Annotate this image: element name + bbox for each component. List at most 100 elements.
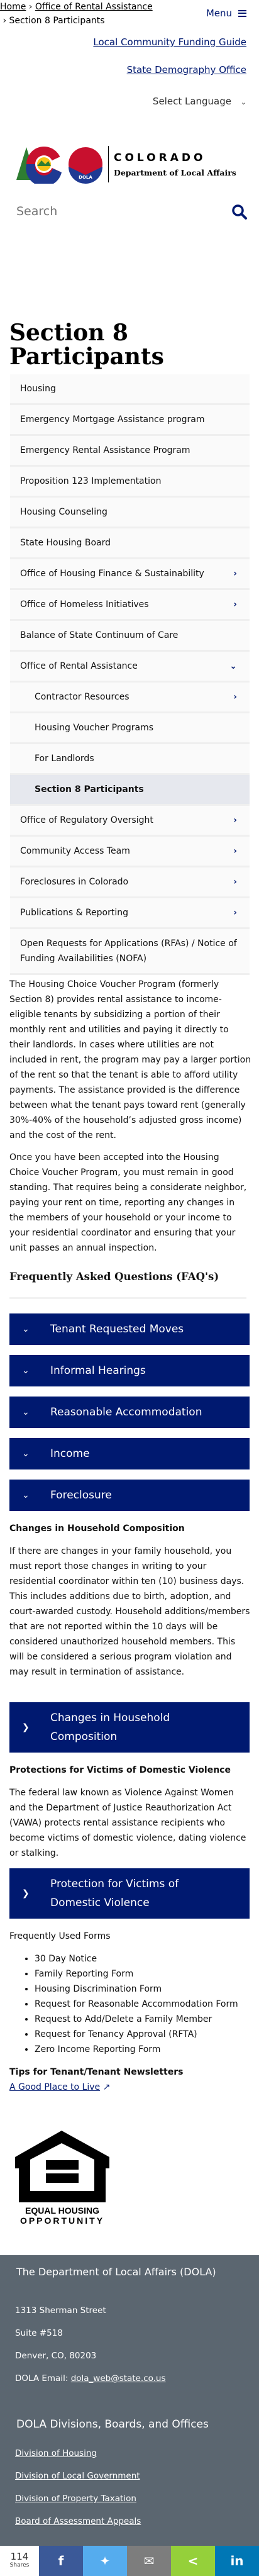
faq-accordion[interactable]: ⌄ Tenant Requested Moves <box>9 1313 250 1345</box>
chevron-down-icon: ⌄ <box>22 1324 30 1334</box>
footer-title: The Department of Local Affairs (DOLA) <box>16 2266 216 2278</box>
sidebar-item[interactable]: Section 8 Participants <box>10 775 250 806</box>
accordion-label: Tenant Requested Moves <box>50 1323 184 1335</box>
standing-paragraph: Once you have been accepted into the Hou… <box>9 1152 247 1253</box>
local-community-funding-guide-link[interactable]: Local Community Funding Guide <box>93 36 246 48</box>
email-link[interactable]: dola_web@state.co.us <box>71 2373 166 2384</box>
address-line: 1313 Sherman Street <box>15 2306 106 2316</box>
sidebar-item-label: Housing Counseling <box>20 507 107 517</box>
sidebar-item-label: Housing <box>20 384 56 394</box>
menu-button[interactable]: Menu <box>206 8 246 19</box>
email-share-button[interactable]: ✉ <box>127 2546 171 2576</box>
sidebar-item[interactable]: Housing <box>10 374 250 405</box>
chevron-right-icon[interactable]: › <box>233 599 237 610</box>
sidebar-item[interactable]: Proposition 123 Implementation <box>10 467 250 498</box>
intro-paragraph: The Housing Choice Voucher Program (form… <box>9 979 251 1140</box>
sidebar-item-label: Office of Homeless Initiatives <box>20 599 149 610</box>
household-paragraph: If there are changes in your family hous… <box>9 1546 250 1677</box>
accordion-household-composition[interactable]: ❯ Changes in Household Composition <box>9 1702 250 1753</box>
faq-accordion[interactable]: ⌄ Reasonable Accommodation <box>9 1397 250 1428</box>
twitter-share-button[interactable]: ✦ <box>83 2546 127 2576</box>
site-logo[interactable]: DOLA COLORADO Department of Local Affairs <box>15 145 236 184</box>
chevron-right-icon[interactable]: › <box>233 569 237 579</box>
breadcrumb-home[interactable]: Home <box>0 2 26 12</box>
good-place-to-live-link[interactable]: A Good Place to Live <box>9 2082 100 2092</box>
equal-housing-opportunity-logo: EQUAL HOUSING OPPORTUNITY <box>15 2131 109 2226</box>
sidebar-item-label: Office of Rental Assistance <box>20 661 138 671</box>
division-link[interactable]: Board of Assessment Appeals <box>15 2516 141 2526</box>
chevron-right-icon[interactable]: › <box>233 877 237 887</box>
chevron-down-icon: ❯ <box>22 1722 30 1732</box>
sidebar-item-label: Balance of State Continuum of Care <box>20 630 179 640</box>
footer: The Department of Local Affairs (DOLA) 1… <box>0 2255 259 2576</box>
chevron-right-icon[interactable]: › <box>233 815 237 825</box>
sidebar-item[interactable]: Housing Counseling <box>10 498 250 528</box>
share-label: Shares <box>9 2562 30 2568</box>
sidebar-item-label: Proposition 123 Implementation <box>20 476 162 486</box>
vawa-paragraph: The federal law known as Violence Agains… <box>9 1788 246 1858</box>
accordion-label: Protection for Victims of Domestic Viole… <box>50 1878 179 1909</box>
sidebar-item[interactable]: Office of Rental Assistance ⌄ <box>10 652 250 683</box>
form-list-item: Family Reporting Form <box>35 1966 251 1982</box>
faq-accordion[interactable]: ⌄ Informal Hearings <box>9 1355 250 1386</box>
form-list-item: Zero Income Reporting Form <box>35 2042 251 2057</box>
share-button[interactable]: < <box>171 2546 215 2576</box>
division-link[interactable]: Division of Housing <box>15 2448 97 2458</box>
chevron-down-icon[interactable]: ⌄ <box>229 661 237 671</box>
sidebar-item[interactable]: Emergency Mortgage Assistance program <box>10 405 250 436</box>
linkedin-share-button[interactable]: in <box>215 2546 259 2576</box>
sidebar-item[interactable]: Housing Voucher Programs <box>10 713 250 744</box>
faq-accordion[interactable]: ⌄ Foreclosure <box>9 1480 250 1511</box>
sidebar-item-label: Community Access Team <box>20 846 130 856</box>
sidebar-item[interactable]: Contractor Resources › <box>10 683 250 713</box>
form-list-item: Request to Add/Delete a Family Member <box>35 2012 251 2027</box>
breadcrumb-parent[interactable]: Office of Rental Assistance <box>35 2 153 12</box>
forms-heading: Frequently Used Forms <box>9 1931 111 1941</box>
sidebar-item[interactable]: Foreclosures in Colorado › <box>10 867 250 898</box>
sidebar-item[interactable]: For Landlords <box>10 744 250 775</box>
facebook-share-button[interactable]: f <box>39 2546 83 2576</box>
sidebar-nav: Housing Emergency Mortgage Assistance pro… <box>10 374 250 975</box>
sidebar-item-label: For Landlords <box>35 754 94 764</box>
division-link[interactable]: Division of Property Taxation <box>15 2494 136 2504</box>
accordion-label: Income <box>50 1447 90 1460</box>
chevron-down-icon: ⌄ <box>240 98 246 106</box>
brand-title: COLORADO <box>114 151 206 164</box>
share-icon: < <box>187 2553 199 2568</box>
chevron-right-icon[interactable]: › <box>233 692 237 702</box>
sidebar-item-label: Open Requests for Applications (RFAs) / … <box>20 939 237 964</box>
sidebar-item[interactable]: Open Requests for Applications (RFAs) / … <box>10 929 250 975</box>
svg-text:EQUAL HOUSING: EQUAL HOUSING <box>25 2205 99 2216</box>
state-demography-office-link[interactable]: State Demography Office <box>127 64 246 75</box>
division-link[interactable]: Division of Local Government <box>15 2471 140 2481</box>
search-icon[interactable] <box>231 204 248 220</box>
faq-accordion[interactable]: ⌄ Income <box>9 1438 250 1469</box>
divisions-heading: DOLA Divisions, Boards, and Offices <box>16 2418 209 2431</box>
sidebar-item[interactable]: Balance of State Continuum of Care <box>10 621 250 652</box>
sidebar-item[interactable]: Publications & Reporting › <box>10 898 250 929</box>
sidebar-item-label: Housing Voucher Programs <box>35 723 154 733</box>
menu-label: Menu <box>206 8 232 19</box>
accordion-domestic-violence[interactable]: ❯ Protection for Victims of Domestic Viol… <box>9 1868 250 1919</box>
breadcrumb-current: Section 8 Participants <box>9 16 105 26</box>
sidebar-item-label: Contractor Resources <box>35 692 130 702</box>
sidebar-item[interactable]: Community Access Team › <box>10 837 250 867</box>
chevron-right-icon[interactable]: › <box>233 908 237 918</box>
sidebar-item-label: Office of Regulatory Oversight <box>20 815 153 825</box>
faq-divider <box>9 1297 246 1299</box>
chevron-down-icon: ⌄ <box>22 1449 30 1459</box>
forms-list: 30 Day NoticeFamily Reporting FormHousin… <box>9 1951 251 2057</box>
accordion-label: Foreclosure <box>50 1489 112 1502</box>
sidebar-item[interactable]: State Housing Board <box>10 528 250 559</box>
sidebar-item[interactable]: Office of Regulatory Oversight › <box>10 806 250 837</box>
chevron-right-icon[interactable]: › <box>233 846 237 856</box>
form-list-item: Request for Reasonable Accommodation For… <box>35 1997 251 2012</box>
external-link-icon: ↗ <box>102 2082 111 2092</box>
sidebar-item[interactable]: Emergency Rental Assistance Program <box>10 436 250 467</box>
sidebar-item[interactable]: Office of Homeless Initiatives › <box>10 590 250 621</box>
language-select[interactable]: Select Language ⌄ <box>153 96 246 107</box>
sidebar-item-label: State Housing Board <box>20 538 111 548</box>
sidebar-item[interactable]: Office of Housing Finance & Sustainabili… <box>10 559 250 590</box>
logo-badge-text: DOLA <box>79 175 92 180</box>
search-input[interactable] <box>16 204 205 218</box>
